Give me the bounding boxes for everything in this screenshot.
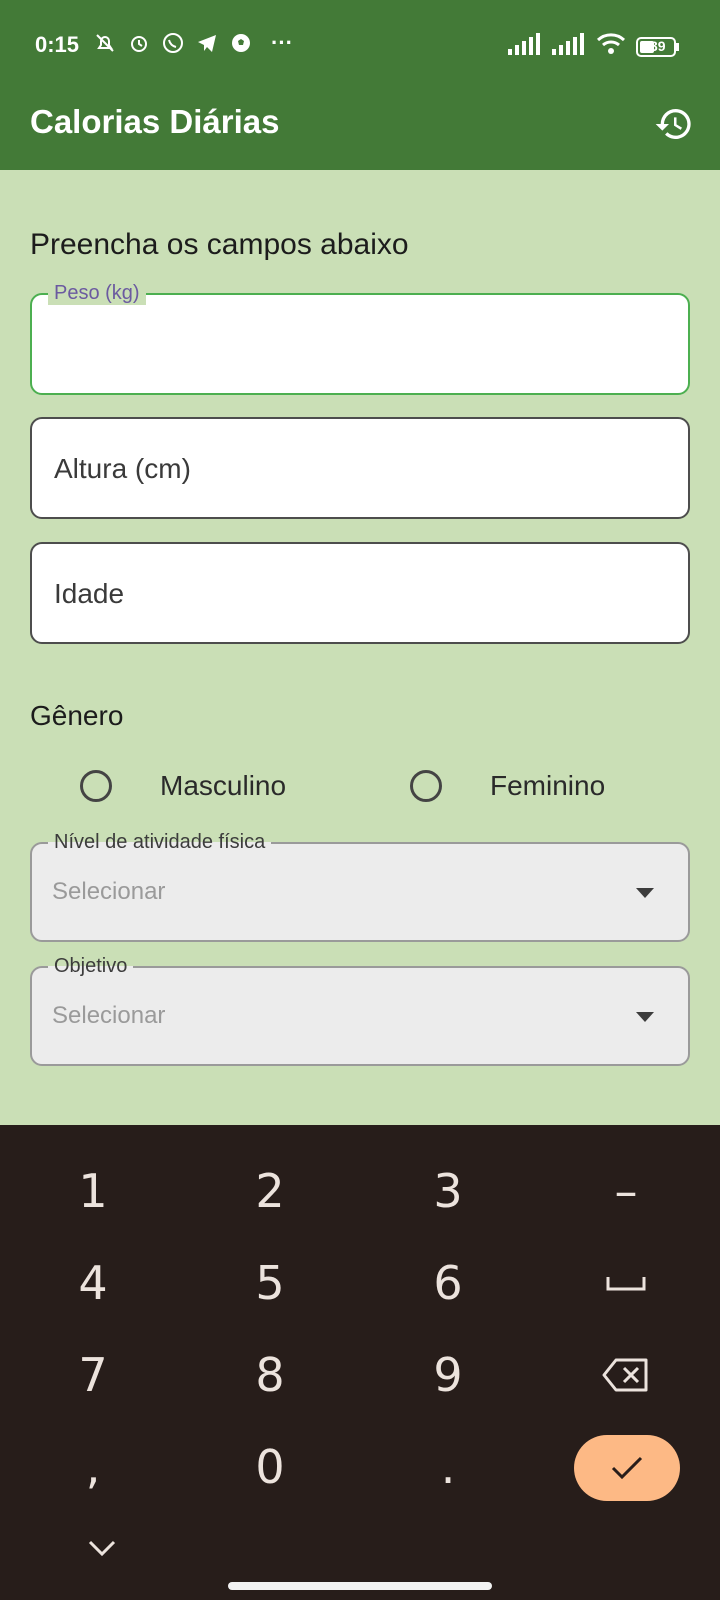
numeric-keyboard: 1 2 3 – 4 5 6 7 8 9 , 0 . <box>0 1125 720 1600</box>
gesture-nav-bar[interactable] <box>228 1582 492 1590</box>
radio-feminino[interactable]: Feminino <box>410 770 605 802</box>
atividade-dropdown[interactable]: Nível de atividade física Selecionar <box>30 830 690 942</box>
signal-icon-2 <box>552 33 586 60</box>
key-7[interactable]: 7 <box>33 1335 153 1415</box>
peso-label: Peso (kg) <box>48 281 146 305</box>
radio-masculino[interactable]: Masculino <box>80 770 286 802</box>
system-icons: 39 <box>508 32 680 61</box>
key-backspace[interactable] <box>566 1335 686 1415</box>
radio-feminino-label: Feminino <box>490 770 606 801</box>
genero-label: Gênero <box>30 700 124 731</box>
battery-level: 39 <box>650 37 666 54</box>
app-bar: Calorias Diárias <box>0 88 720 170</box>
check-icon <box>611 1456 643 1480</box>
battery-icon: 39 <box>636 36 680 58</box>
dropdown-arrow-icon <box>636 1012 654 1022</box>
signal-icon <box>508 33 542 60</box>
key-comma[interactable]: , <box>33 1427 153 1507</box>
status-time: 0:15 <box>35 32 80 57</box>
mute-bell-icon <box>92 30 118 56</box>
wifi-icon <box>596 32 626 61</box>
peso-field[interactable]: Peso (kg) <box>30 281 690 395</box>
key-9[interactable]: 9 <box>388 1335 508 1415</box>
radio-masculino-label: Masculino <box>160 770 287 801</box>
notification-icons: ··· <box>92 30 302 56</box>
history-button[interactable] <box>650 100 698 148</box>
history-icon <box>655 109 691 139</box>
collapse-keyboard-button[interactable] <box>82 1533 122 1563</box>
page-title: Calorias Diárias <box>30 103 280 140</box>
key-4[interactable]: 4 <box>33 1243 153 1323</box>
radio-feminino-circle[interactable] <box>410 770 442 802</box>
objetivo-label: Objetivo <box>48 954 134 978</box>
whatsapp-icon <box>160 30 186 56</box>
key-0[interactable]: 0 <box>210 1427 330 1507</box>
idade-field[interactable]: Idade <box>30 542 690 644</box>
objetivo-dropdown[interactable]: Objetivo Selecionar <box>30 954 690 1066</box>
form-subtitle: Preencha os campos abaixo <box>30 228 409 261</box>
backspace-icon <box>602 1358 648 1392</box>
key-2[interactable]: 2 <box>210 1151 330 1231</box>
telegram-icon <box>194 30 220 56</box>
status-bar: 0:15 ··· 39 <box>0 0 720 88</box>
idade-placeholder: Idade <box>54 578 125 609</box>
key-6[interactable]: 6 <box>388 1243 508 1323</box>
radio-masculino-circle[interactable] <box>80 770 112 802</box>
key-3[interactable]: 3 <box>388 1151 508 1231</box>
altura-field[interactable]: Altura (cm) <box>30 417 690 519</box>
key-1[interactable]: 1 <box>33 1151 153 1231</box>
altura-placeholder: Altura (cm) <box>54 453 191 484</box>
atividade-label: Nível de atividade física <box>48 830 272 854</box>
chevron-down-icon <box>88 1540 116 1557</box>
atividade-value: Selecionar <box>52 878 166 905</box>
key-5[interactable]: 5 <box>210 1243 330 1323</box>
space-icon <box>606 1277 646 1291</box>
dropdown-arrow-icon <box>636 888 654 898</box>
key-8[interactable]: 8 <box>210 1335 330 1415</box>
key-minus[interactable]: – <box>566 1151 686 1231</box>
confirm-key[interactable] <box>574 1435 680 1501</box>
key-space[interactable] <box>566 1243 686 1323</box>
alarm-icon <box>126 30 152 56</box>
key-period[interactable]: . <box>388 1427 508 1507</box>
soccer-ball-icon <box>228 30 254 56</box>
objetivo-value: Selecionar <box>52 1002 166 1029</box>
more-notifications-icon: ··· <box>271 30 293 55</box>
